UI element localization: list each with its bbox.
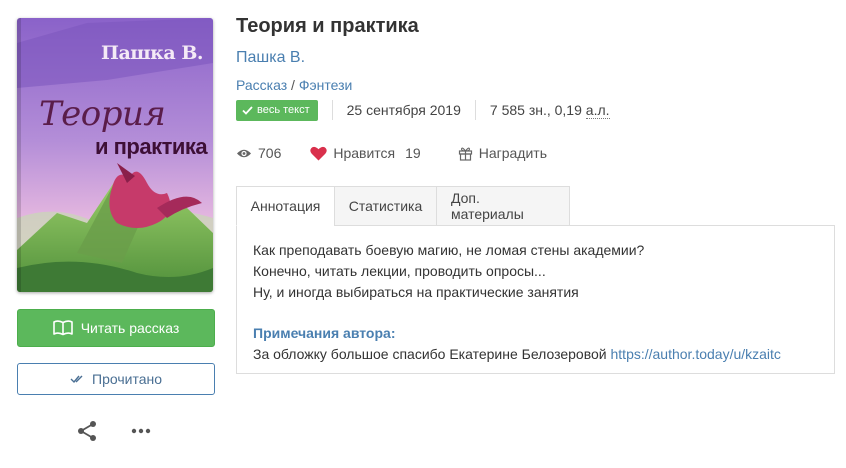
gift-icon xyxy=(458,146,473,161)
check-double-icon xyxy=(70,374,84,384)
text-size: 7 585 зн., 0,19 а.л. xyxy=(489,102,610,119)
annotation-line: Ну, и иногда выбираться на практические … xyxy=(253,284,579,300)
author-notes-link[interactable]: https://author.today/u/kzaitc xyxy=(611,346,781,362)
tab-statistics[interactable]: Статистика xyxy=(334,186,436,226)
book-title: Теория и практика xyxy=(236,15,419,37)
book-cover[interactable]: Пашка В. Теория и практика xyxy=(17,18,213,292)
views-stat: 706 xyxy=(236,145,281,161)
cover-author-text: Пашка В. xyxy=(101,42,204,64)
annotation-panel: Как преподавать боевую магию, не ломая с… xyxy=(236,225,835,374)
book-open-icon xyxy=(52,320,73,336)
like-button[interactable]: Нравится 19 xyxy=(310,145,421,161)
share-icon[interactable] xyxy=(76,420,98,442)
tab-extra-materials[interactable]: Доп. материалы xyxy=(436,186,570,226)
award-button[interactable]: Наградить xyxy=(458,145,547,161)
genre-breadcrumb: Рассказ / Фэнтези xyxy=(236,77,352,93)
meta-row: весь текст 25 сентября 2019 7 585 зн., 0… xyxy=(236,99,610,121)
likes-label: Нравится xyxy=(333,145,396,161)
author-notes-text: За обложку большое спасибо Екатерине Бел… xyxy=(253,344,818,365)
genre-link-story[interactable]: Рассказ xyxy=(236,77,287,93)
annotation-line: Конечно, читать лекции, проводить опросы… xyxy=(253,263,546,279)
info-tabs: Аннотация Статистика Доп. материалы xyxy=(236,186,570,226)
tab-annotation[interactable]: Аннотация xyxy=(236,186,334,226)
mark-read-label: Прочитано xyxy=(92,371,162,387)
mark-read-button[interactable]: Прочитано xyxy=(17,363,215,395)
divider xyxy=(331,100,333,120)
text-size-unit[interactable]: а.л. xyxy=(585,102,610,119)
status-badge: весь текст xyxy=(236,99,318,121)
eye-icon xyxy=(236,148,252,159)
likes-count: 19 xyxy=(405,145,421,161)
more-dots-icon[interactable] xyxy=(130,424,152,438)
annotation-line: Как преподавать боевую магию, не ломая с… xyxy=(253,242,645,258)
author-link[interactable]: Пашка В. xyxy=(236,49,305,67)
author-notes-body: За обложку большое спасибо Екатерине Бел… xyxy=(253,346,611,362)
award-label: Наградить xyxy=(478,145,547,161)
stats-row: 706 Нравится 19 Наградить xyxy=(236,143,547,163)
heart-icon xyxy=(310,146,328,161)
check-icon xyxy=(242,105,253,115)
status-badge-label: весь текст xyxy=(257,104,310,116)
views-count: 706 xyxy=(258,145,282,161)
publish-date: 25 сентября 2019 xyxy=(346,102,461,118)
genre-separator: / xyxy=(291,77,295,93)
cover-title-line-2: и практика xyxy=(95,134,208,159)
genre-link-fantasy[interactable]: Фэнтези xyxy=(299,77,353,93)
read-story-label: Читать рассказ xyxy=(80,320,180,336)
cover-title-line-1: Теория xyxy=(39,94,166,134)
read-story-button[interactable]: Читать рассказ xyxy=(17,309,215,347)
divider xyxy=(474,100,476,120)
author-notes-heading: Примечания автора: xyxy=(253,325,396,341)
text-size-value: 7 585 зн., 0,19 xyxy=(489,102,586,118)
